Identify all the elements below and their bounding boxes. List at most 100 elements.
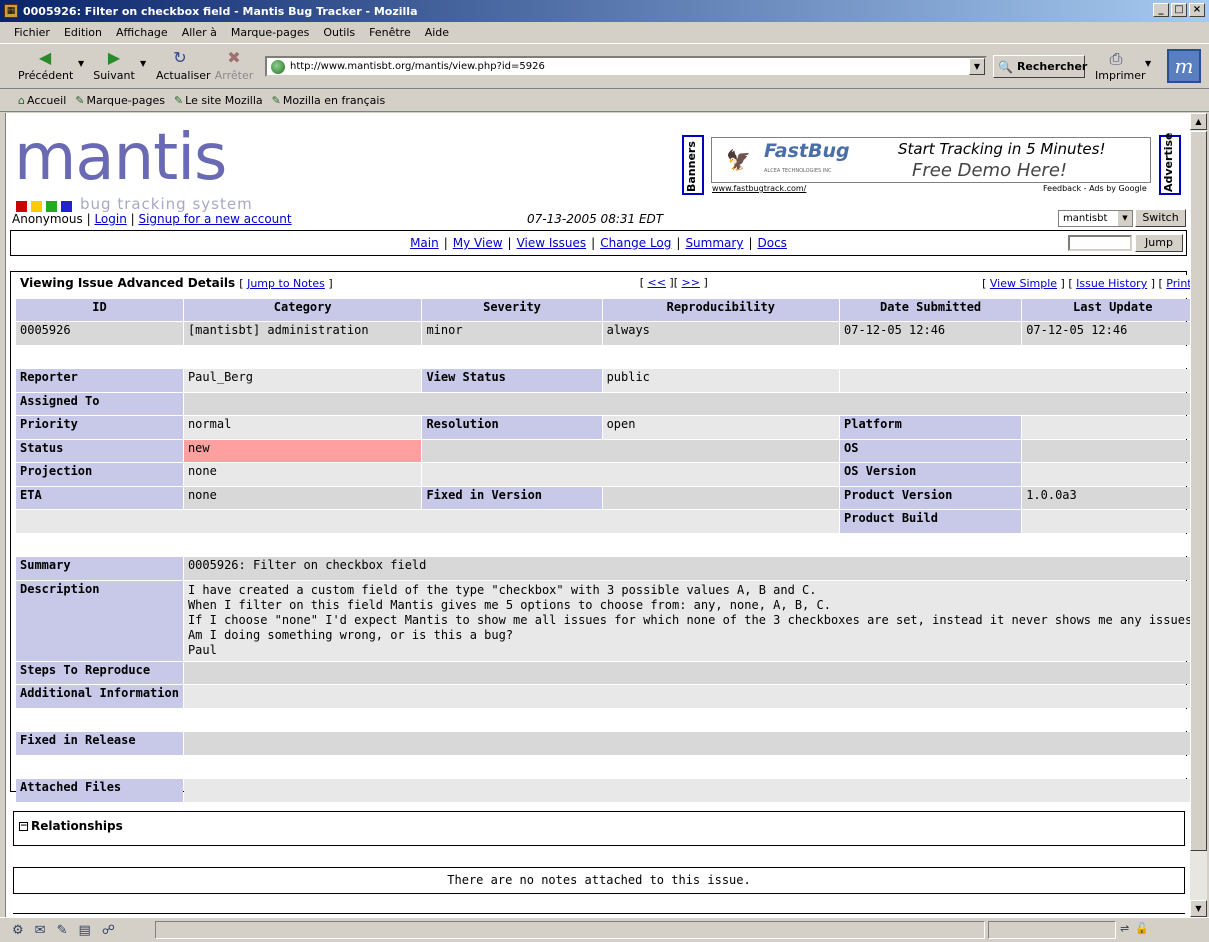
os-version-value <box>1022 463 1190 486</box>
issue-heading: Viewing Issue Advanced Details [ Jump to… <box>16 275 422 298</box>
notes-section: There are no notes attached to this issu… <box>13 867 1185 894</box>
menu-fichier[interactable]: Fichier <box>14 26 50 39</box>
scroll-down-icon[interactable]: ▼ <box>1190 900 1207 917</box>
search-icon: 🔍 <box>998 59 1013 74</box>
prev-issue-link[interactable]: << <box>648 276 666 289</box>
print-link[interactable]: Print <box>1166 277 1190 290</box>
address-book-icon[interactable]: ▤ <box>78 923 90 938</box>
stop-button[interactable]: ✖ Arrêter <box>214 47 254 87</box>
login-link[interactable]: Login <box>94 212 126 226</box>
security-icon[interactable]: 🔓 <box>1135 922 1149 935</box>
ad-url-link[interactable]: www.fastbugtrack.com/ <box>712 184 806 193</box>
switch-button[interactable]: Switch <box>1135 209 1186 227</box>
logo-square-red <box>16 201 27 212</box>
ad-banner[interactable]: 🦅 FastBug ALCEA TECHNOLOGIES INC Start T… <box>711 137 1151 183</box>
description-line: I have created a custom field of the typ… <box>187 582 817 597</box>
relationships-toggle[interactable]: − Relationships <box>19 819 123 833</box>
search-button[interactable]: 🔍 Rechercher <box>993 55 1087 78</box>
project-select-value: mantisbt <box>1063 213 1108 224</box>
description-value: I have created a custom field of the typ… <box>183 580 1190 661</box>
col-date-submitted: Date Submitted <box>840 298 1022 321</box>
menu-main-link[interactable]: Main <box>410 236 439 250</box>
bookmark-marque-pages[interactable]: ✎ Marque-pages <box>75 94 165 107</box>
os-label: OS <box>840 439 1022 462</box>
home-icon: ⌂ <box>18 94 25 107</box>
assigned-to-label: Assigned To <box>16 392 183 415</box>
issue-pager: [ << ][ >> ] <box>422 275 840 298</box>
mantis-logo[interactable]: mantis bug tracking system <box>14 126 252 213</box>
menu-edition[interactable]: Edition <box>64 26 102 39</box>
menu-aide[interactable]: Aide <box>425 26 449 39</box>
progress-field <box>988 921 1116 939</box>
os-version-label: OS Version <box>840 463 1022 486</box>
url-dropdown-icon[interactable]: ▼ <box>969 58 985 75</box>
advertise-tab[interactable]: Advertise <box>1159 133 1181 195</box>
product-version-value: 1.0.0a3 <box>1022 486 1190 509</box>
menu-docs-link[interactable]: Docs <box>757 236 786 250</box>
menu-viewissues-link[interactable]: View Issues <box>517 236 587 250</box>
menu-fenetre[interactable]: Fenêtre <box>369 26 411 39</box>
chat-icon[interactable]: ☍ <box>102 923 115 938</box>
view-simple-link[interactable]: View Simple <box>990 277 1057 290</box>
url-bar[interactable]: http://www.mantisbt.org/mantis/view.php?… <box>265 56 987 77</box>
logo-square-yellow <box>31 201 42 212</box>
bookmark-mozilla-fr[interactable]: ✎ Mozilla en français <box>272 94 386 107</box>
bookmark-accueil[interactable]: ⌂ Accueil <box>18 94 66 107</box>
issue-actions: [ View Simple ] [ Issue History ] [ Prin… <box>840 275 1190 298</box>
print-button[interactable]: ⎙ Imprimer <box>1095 47 1146 82</box>
current-datetime: 07-13-2005 08:31 EDT <box>527 212 664 226</box>
column-header-row: ID Category Severity Reproducibility Dat… <box>16 298 1190 321</box>
vertical-scrollbar[interactable]: ▲ ▼ <box>1190 113 1207 917</box>
issue-history-link[interactable]: Issue History <box>1076 277 1147 290</box>
assigned-to-value <box>183 392 1190 415</box>
issue-id: 0005926 <box>16 322 183 345</box>
menu-aller[interactable]: Aller à <box>182 26 217 39</box>
next-issue-link[interactable]: >> <box>682 276 700 289</box>
jump-issue-input[interactable] <box>1068 235 1132 251</box>
bird-logo-icon: 🦅 <box>726 148 751 172</box>
minimize-button[interactable]: _ <box>1153 3 1169 17</box>
reload-icon: ↻ <box>173 48 187 67</box>
bookmark-mozilla-site[interactable]: ✎ Le site Mozilla <box>174 94 263 107</box>
navigator-icon[interactable]: ⚙ <box>12 923 24 938</box>
issue-values-row: 0005926 [mantisbt] administration minor … <box>16 322 1190 345</box>
stop-label: Arrêter <box>214 69 254 82</box>
maximize-button[interactable]: □ <box>1171 3 1187 17</box>
scroll-up-icon[interactable]: ▲ <box>1190 113 1207 130</box>
status-text-field <box>155 921 985 939</box>
ad-feedback-link[interactable]: Feedback - Ads by Google <box>1043 184 1147 193</box>
online-icon[interactable]: ⇌ <box>1120 922 1129 935</box>
back-dropdown-icon[interactable]: ▼ <box>78 59 84 68</box>
menu-changelog-link[interactable]: Change Log <box>600 236 671 250</box>
menu-summary-link[interactable]: Summary <box>685 236 743 250</box>
forward-dropdown-icon[interactable]: ▼ <box>140 59 146 68</box>
menu-outils[interactable]: Outils <box>323 26 355 39</box>
menu-affichage[interactable]: Affichage <box>116 26 168 39</box>
eta-value: none <box>183 486 422 509</box>
close-button[interactable]: × <box>1189 3 1205 17</box>
scroll-thumb[interactable] <box>1190 131 1207 851</box>
issue-last-update: 07-12-05 12:46 <box>1022 322 1190 345</box>
description-line: If I choose "none" I'd expect Mantis to … <box>187 612 1190 627</box>
composer-icon[interactable]: ✎ <box>57 923 68 938</box>
fixed-in-release-label: Fixed in Release <box>16 732 183 755</box>
banners-tab[interactable]: Banners <box>682 135 704 195</box>
description-label: Description <box>16 580 183 661</box>
jump-to-notes-link[interactable]: Jump to Notes <box>247 277 325 290</box>
jump-button[interactable]: Jump <box>1135 234 1183 252</box>
reload-button[interactable]: ↻ Actualiser <box>156 47 211 87</box>
mozilla-app-icon: ▦ <box>4 4 18 18</box>
forward-button[interactable]: ▶ Suivant <box>92 47 136 87</box>
mail-icon[interactable]: ✉ <box>35 923 46 938</box>
back-button[interactable]: ◀ Précédent <box>18 47 73 87</box>
project-select[interactable]: mantisbt ▼ <box>1058 210 1133 227</box>
issue-table: Viewing Issue Advanced Details [ Jump to… <box>15 274 1190 803</box>
menu-marque-pages[interactable]: Marque-pages <box>231 26 309 39</box>
menu-myview-link[interactable]: My View <box>453 236 503 250</box>
signup-link[interactable]: Signup for a new account <box>138 212 291 226</box>
mozilla-throbber-icon: m <box>1167 49 1201 83</box>
platform-value <box>1022 416 1190 439</box>
logo-square-green <box>46 201 57 212</box>
print-dropdown-icon[interactable]: ▼ <box>1145 59 1151 68</box>
summary-label: Summary <box>16 557 183 580</box>
